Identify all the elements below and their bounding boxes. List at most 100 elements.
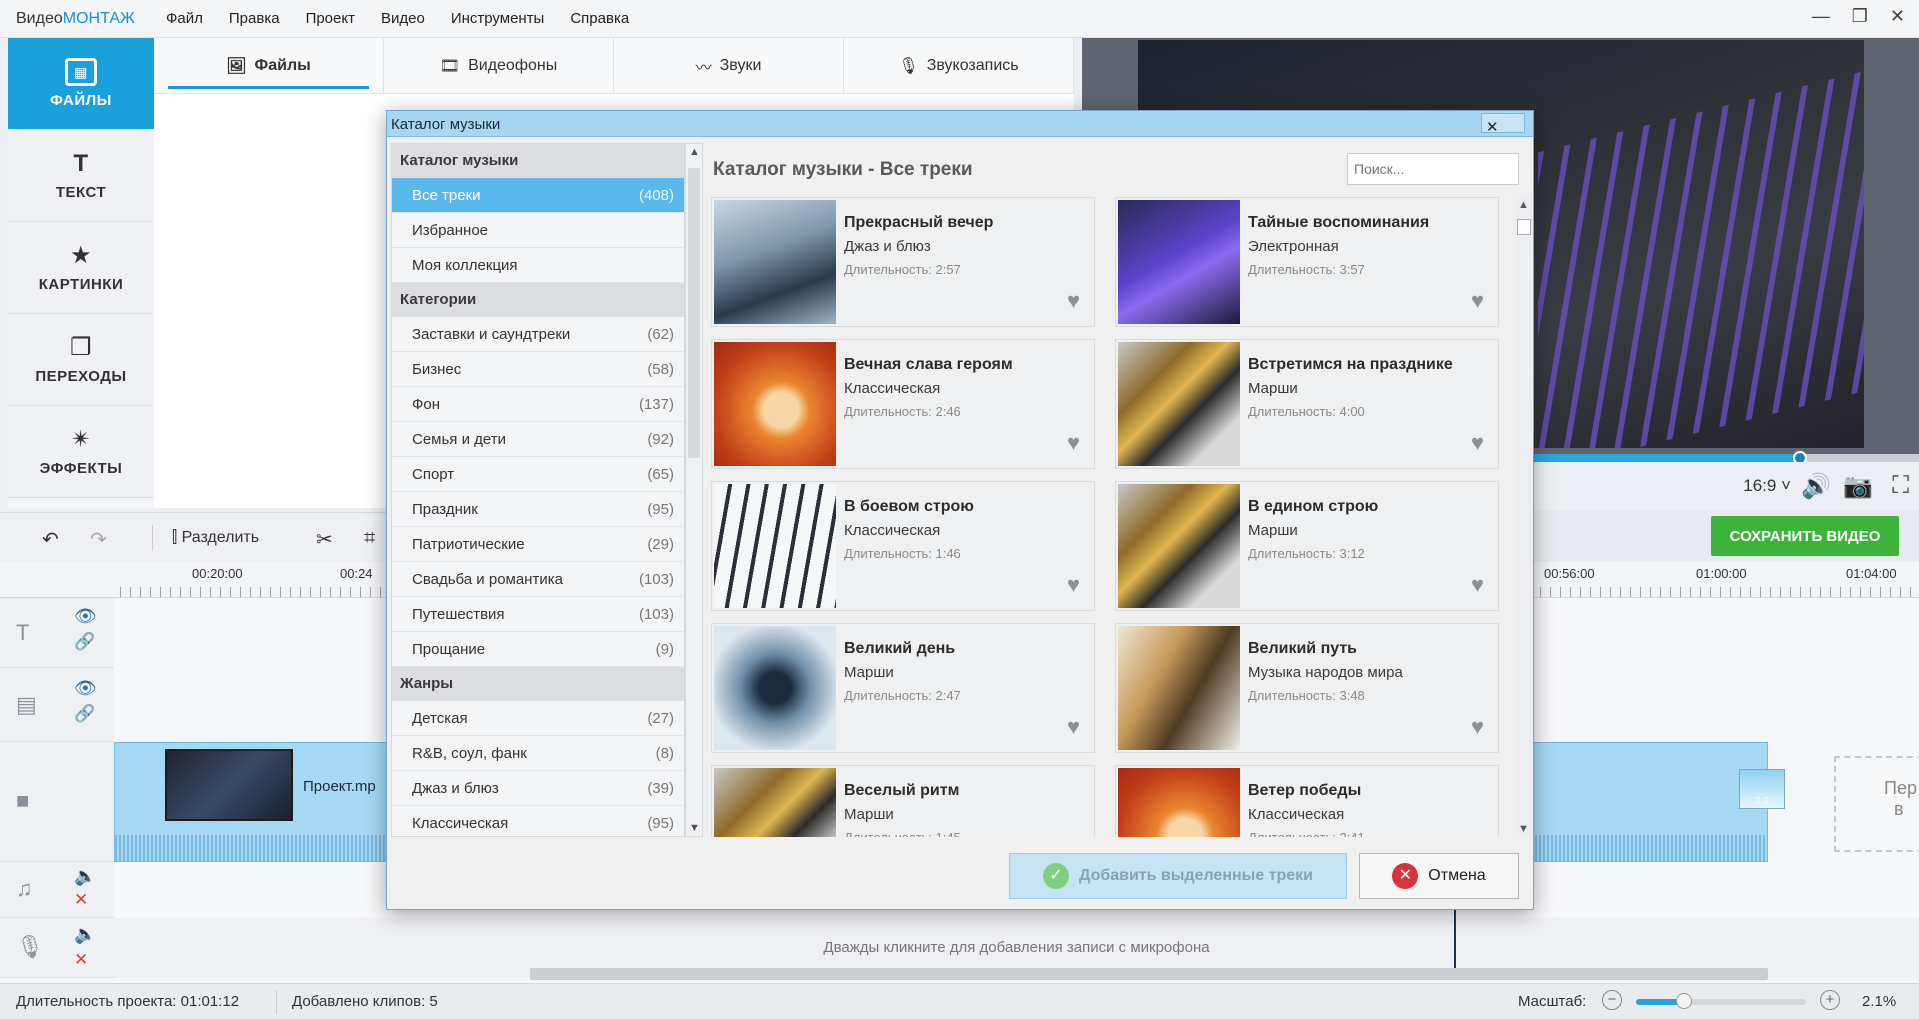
category-transitions[interactable]: ❐ ПЕРЕХОДЫ xyxy=(8,314,154,406)
undo-icon[interactable]: ↶ xyxy=(42,527,59,552)
sidebar-item[interactable]: Моя коллекция xyxy=(392,248,684,283)
track-card[interactable]: Прекрасный вечер Джаз и блюз Длительность:… xyxy=(711,197,1095,327)
sidebar-item[interactable]: Все треки (408) xyxy=(392,178,684,213)
unlink-icon[interactable]: ✕ xyxy=(74,890,88,910)
sidebar-item[interactable]: Классическая (95) xyxy=(392,806,684,836)
unlink-icon[interactable]: ✕ xyxy=(74,950,88,970)
scroll-down-icon[interactable]: ▼ xyxy=(1518,823,1529,835)
track-grid-scroll-thumb[interactable] xyxy=(1517,219,1531,235)
sidebar-item[interactable]: Прощание (9) xyxy=(392,632,684,667)
heart-icon[interactable]: ♥ xyxy=(1067,430,1080,456)
track-title: Великий путь xyxy=(1248,640,1358,657)
track-card[interactable]: В боевом строю Классическая Длительность: … xyxy=(711,481,1095,611)
tab-3[interactable]: 🎙 Звукозапись xyxy=(844,38,1074,93)
scroll-up-icon[interactable]: ▲ xyxy=(689,146,700,158)
category-files[interactable]: ▦ ФАЙЛЫ xyxy=(8,38,164,130)
track-header-music: ♫ 🔈 ✕ xyxy=(0,862,114,918)
sidebar-item[interactable]: Джаз и блюз (39) xyxy=(392,771,684,806)
aspect-ratio-select[interactable]: 16:9 ˅ xyxy=(1743,476,1791,496)
sidebar-item[interactable]: Свадьба и романтика (103) xyxy=(392,562,684,597)
track-card[interactable]: Ветер победы Классическая Длительность: 2:… xyxy=(1115,765,1499,837)
tab-1[interactable]: 🎞 Видеофоны xyxy=(384,38,614,93)
transition-placeholder[interactable]: Пер в xyxy=(1834,756,1919,852)
volume-icon[interactable]: 🔊 xyxy=(1801,472,1831,501)
category-text[interactable]: T ТЕКСТ xyxy=(8,130,154,222)
dialog-close-button[interactable]: ✕ xyxy=(1481,113,1525,136)
maximize-icon[interactable]: ❐ xyxy=(1852,6,1868,27)
tab-0[interactable]: 🖼 Файлы xyxy=(154,38,384,93)
fullscreen-icon[interactable]: ⛶ xyxy=(1892,472,1909,500)
clips-added: Добавлено клипов: 5 xyxy=(292,993,438,1010)
sidebar-item[interactable]: Праздник (95) xyxy=(392,492,684,527)
menu-item-3[interactable]: Видео xyxy=(381,10,425,27)
menu-item-0[interactable]: Файл xyxy=(166,10,203,27)
heart-icon[interactable]: ♥ xyxy=(1471,714,1484,740)
track-card[interactable]: Тайные воспоминания Электронная Длительнос… xyxy=(1115,197,1499,327)
sidebar-item[interactable]: Семья и дети (92) xyxy=(392,422,684,457)
track-thumbnail xyxy=(714,484,836,608)
sidebar-item[interactable]: Путешествия (103) xyxy=(392,597,684,632)
track-genre: Электронная xyxy=(1248,238,1339,255)
sidebar-item[interactable]: Заставки и саундтреки (62) xyxy=(392,317,684,352)
menu-item-2[interactable]: Проект xyxy=(306,10,355,27)
zoom-slider[interactable] xyxy=(1636,993,1806,1009)
close-icon[interactable]: ✕ xyxy=(1890,6,1905,27)
redo-icon[interactable]: ↷ xyxy=(90,527,107,552)
heart-icon[interactable]: ♥ xyxy=(1471,572,1484,598)
scissors-icon[interactable]: ✂ xyxy=(316,527,333,552)
track-card[interactable]: Встретимся на празднике Марши Длительность… xyxy=(1115,339,1499,469)
track-card[interactable]: Веселый ритмМаршиДлительность: 1:45♥ xyxy=(711,765,1095,837)
cancel-label: Отмена xyxy=(1428,867,1486,884)
sidebar-item[interactable]: R&B, соул, фанк (8) xyxy=(392,736,684,771)
sidebar-scrollbar[interactable]: ▲ ▼ xyxy=(685,143,703,837)
split-button[interactable]: ⫿ Разделить xyxy=(172,529,259,547)
heart-icon[interactable]: ♥ xyxy=(1471,430,1484,456)
zoom-out-icon[interactable]: − xyxy=(1602,990,1622,1010)
category-magic-wand[interactable]: ✴ ЭФФЕКТЫ xyxy=(8,406,154,498)
scroll-up-icon[interactable]: ▲ xyxy=(1518,199,1529,211)
track-thumbnail xyxy=(714,200,836,324)
visibility-icon[interactable]: 👁 xyxy=(74,678,97,699)
menu-item-5[interactable]: Справка xyxy=(570,10,629,27)
sidebar-item[interactable]: Спорт (65) xyxy=(392,457,684,492)
link-icon[interactable]: 🔗 xyxy=(74,704,95,724)
zoom-slider-handle[interactable] xyxy=(1675,993,1692,1009)
menu-item-1[interactable]: Правка xyxy=(229,10,280,27)
sidebar-item[interactable]: Бизнес (58) xyxy=(392,352,684,387)
cancel-button[interactable]: ✕ Отмена xyxy=(1359,853,1519,899)
sidebar-item[interactable]: Фон (137) xyxy=(392,387,684,422)
crop-icon[interactable]: ⌗ xyxy=(364,527,375,550)
heart-icon[interactable]: ♥ xyxy=(1067,714,1080,740)
visibility-icon[interactable]: 👁 xyxy=(74,606,97,627)
search-input[interactable] xyxy=(1347,153,1519,185)
heart-icon[interactable]: ♥ xyxy=(1471,288,1484,314)
sidebar-item[interactable]: Детская (27) xyxy=(392,701,684,736)
track-card[interactable]: В едином строю Марши Длительность: 3:12 ♥ xyxy=(1115,481,1499,611)
volume-icon[interactable]: 🔈 xyxy=(74,924,96,945)
track-grid-scrollbar[interactable]: ▲ ▼ xyxy=(1515,197,1533,837)
scroll-down-icon[interactable]: ▼ xyxy=(689,822,700,834)
category-star[interactable]: ★ КАРТИНКИ xyxy=(8,222,154,314)
zoom-in-icon[interactable]: + xyxy=(1820,990,1840,1010)
sidebar-scroll-thumb[interactable] xyxy=(688,168,700,458)
menu-item-4[interactable]: Инструменты xyxy=(451,10,545,27)
camera-icon[interactable]: 📷 xyxy=(1843,472,1873,501)
text-track-icon: T xyxy=(16,620,30,645)
volume-icon[interactable]: 🔈 xyxy=(74,866,96,887)
heart-icon[interactable]: ♥ xyxy=(1067,572,1080,598)
sidebar-item-count: (65) xyxy=(647,466,674,483)
track-card[interactable]: Великий день Марши Длительность: 2:47 ♥ xyxy=(711,623,1095,753)
save-video-button[interactable]: СОХРАНИТЬ ВИДЕО xyxy=(1711,516,1899,556)
sidebar-item-count: (95) xyxy=(647,501,674,518)
sidebar-item[interactable]: Патриотические (29) xyxy=(392,527,684,562)
timeline-scrollbar[interactable] xyxy=(530,968,1768,980)
link-icon[interactable]: 🔗 xyxy=(74,632,95,652)
track-card[interactable]: Вечная слава героям Классическая Длительно… xyxy=(711,339,1095,469)
add-selected-tracks-button[interactable]: ✓ Добавить выделенные треки xyxy=(1009,853,1347,899)
minimize-icon[interactable]: — xyxy=(1812,6,1830,27)
tab-2[interactable]: 〰 Звуки xyxy=(614,38,844,93)
sidebar-section-heading: Каталог музыки xyxy=(392,144,684,178)
sidebar-item[interactable]: Избранное xyxy=(392,213,684,248)
heart-icon[interactable]: ♥ xyxy=(1067,288,1080,314)
track-card[interactable]: Великий путь Музыка народов мира Длительно… xyxy=(1115,623,1499,753)
